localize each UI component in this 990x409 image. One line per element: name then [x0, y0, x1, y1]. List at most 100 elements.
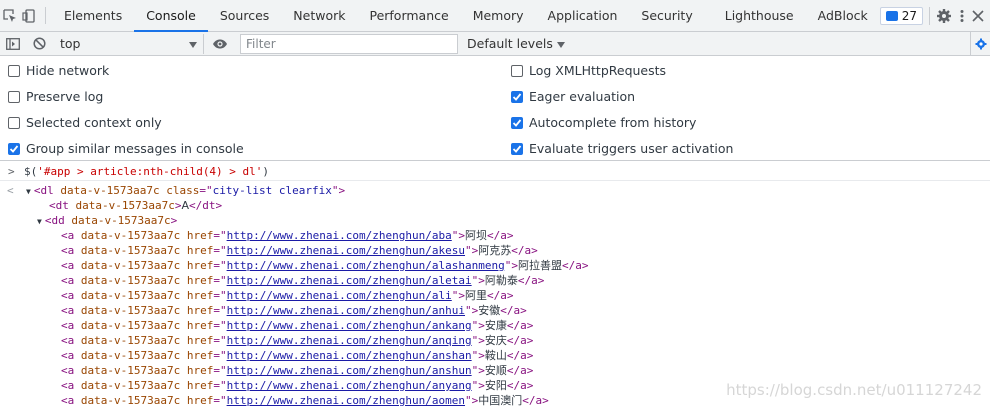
setting-log-xmlhttprequests[interactable]: Log XMLHttpRequests: [511, 63, 666, 78]
tab-application[interactable]: Application: [536, 0, 630, 31]
tab-label: Sources: [219, 8, 270, 23]
expand-triangle-icon[interactable]: ▼: [26, 184, 31, 199]
checkbox[interactable]: [511, 64, 523, 77]
link-attrs: data-v-1573aa7c: [80, 319, 181, 332]
cmd-prefix: $(: [24, 165, 38, 178]
setting-hide-network[interactable]: Hide network: [8, 63, 109, 78]
href-link[interactable]: http://www.zhenai.com/zhenghun/alashanme…: [227, 259, 505, 272]
checkbox[interactable]: [511, 142, 523, 155]
filter-input[interactable]: [240, 33, 458, 54]
console-settings-gear-icon[interactable]: [970, 31, 990, 56]
tab-performance[interactable]: Performance: [357, 0, 460, 31]
issues-icon: [885, 10, 898, 21]
href-link[interactable]: http://www.zhenai.com/zhenghun/ali: [227, 289, 452, 302]
link-text: 阿拉善盟: [518, 259, 562, 272]
href-link[interactable]: http://www.zhenai.com/zhenghun/aomen: [227, 394, 465, 407]
tab-label: Network: [293, 8, 346, 23]
clear-console-icon[interactable]: [26, 32, 52, 56]
tab-network[interactable]: Network: [281, 0, 357, 31]
tab-sources[interactable]: Sources: [208, 0, 281, 31]
setting-selected-context-only[interactable]: Selected context only: [8, 115, 162, 130]
close-icon[interactable]: [972, 9, 984, 22]
setting-autocomplete-history[interactable]: Autocomplete from history: [511, 115, 696, 130]
inspect-element-icon[interactable]: [0, 0, 20, 31]
more-options-icon[interactable]: [958, 9, 966, 23]
dd-attrs: data-v-1573aa7c: [71, 214, 171, 227]
tab-label: Application: [547, 8, 618, 23]
tab-label: AdBlock: [817, 8, 868, 23]
link-text: 安康: [484, 319, 507, 332]
link-row[interactable]: <a data-v-1573aa7c href="http://www.zhen…: [0, 243, 990, 258]
setting-eager-evaluation[interactable]: Eager evaluation: [511, 89, 635, 104]
href-link[interactable]: http://www.zhenai.com/zhenghun/akesu: [227, 244, 465, 257]
link-row[interactable]: <a data-v-1573aa7c href="http://www.zhen…: [0, 288, 990, 303]
checkbox[interactable]: [8, 142, 20, 155]
href-attr: href: [186, 289, 214, 302]
tab-memory[interactable]: Memory: [461, 0, 536, 31]
context-selector[interactable]: top: [56, 33, 204, 54]
log-levels-dropdown[interactable]: Default levels: [467, 36, 565, 51]
cmd-string: '#app > article:nth-child(4) > dl': [37, 165, 263, 178]
tab-lighthouse[interactable]: Lighthouse: [705, 0, 806, 31]
tab-adblock[interactable]: AdBlock: [806, 0, 880, 31]
link-row[interactable]: <a data-v-1573aa7c href="http://www.zhen…: [0, 303, 990, 318]
href-link[interactable]: http://www.zhenai.com/zhenghun/aba: [227, 229, 452, 242]
link-attrs: data-v-1573aa7c: [80, 379, 181, 392]
href-link[interactable]: http://www.zhenai.com/zhenghun/ankang: [227, 319, 472, 332]
href-link[interactable]: http://www.zhenai.com/zhenghun/anyang: [227, 379, 472, 392]
eye-icon[interactable]: [204, 32, 236, 56]
checkbox[interactable]: [511, 116, 523, 129]
link-row[interactable]: <a data-v-1573aa7c href="http://www.zhen…: [0, 228, 990, 243]
href-link[interactable]: http://www.zhenai.com/zhenghun/anhui: [227, 304, 465, 317]
href-link[interactable]: http://www.zhenai.com/zhenghun/anshan: [227, 349, 472, 362]
setting-preserve-log[interactable]: Preserve log: [8, 89, 103, 104]
setting-evaluate-triggers-activation[interactable]: Evaluate triggers user activation: [511, 141, 733, 156]
tab-console[interactable]: Console: [134, 0, 208, 32]
issues-button[interactable]: 27: [879, 6, 923, 25]
tabbar-actions: 27: [879, 0, 990, 31]
link-row[interactable]: <a data-v-1573aa7c href="http://www.zhen…: [0, 273, 990, 288]
dt-text: A: [181, 199, 189, 212]
toolbar-divider: [929, 6, 930, 25]
checkbox[interactable]: [8, 90, 20, 103]
link-row[interactable]: <a data-v-1573aa7c href="http://www.zhen…: [0, 333, 990, 348]
expand-triangle-icon[interactable]: ▼: [37, 214, 42, 229]
gear-icon[interactable]: [936, 8, 952, 24]
link-text: 阿坝: [465, 229, 488, 242]
setting-group-similar[interactable]: Group similar messages in console: [8, 141, 244, 156]
checkbox[interactable]: [8, 116, 20, 129]
link-attrs: data-v-1573aa7c: [80, 394, 181, 407]
href-attr: href: [186, 229, 214, 242]
dl-class-attr: class: [166, 184, 200, 197]
checkbox[interactable]: [8, 64, 20, 77]
tab-elements[interactable]: Elements: [52, 0, 134, 31]
link-row[interactable]: <a data-v-1573aa7c href="http://www.zhen…: [0, 258, 990, 273]
link-row[interactable]: <a data-v-1573aa7c href="http://www.zhen…: [0, 363, 990, 378]
href-link[interactable]: http://www.zhenai.com/zhenghun/anshun: [227, 364, 472, 377]
link-row[interactable]: <a data-v-1573aa7c href="http://www.zhen…: [0, 318, 990, 333]
href-attr: href: [186, 304, 214, 317]
console-command[interactable]: $('#app > article:nth-child(4) > dl'): [24, 164, 269, 179]
link-text: 安庆: [484, 334, 507, 347]
link-attrs: data-v-1573aa7c: [80, 304, 181, 317]
setting-label: Hide network: [26, 63, 110, 78]
result-dd-open[interactable]: ▼ <dd data-v-1573aa7c>: [0, 213, 990, 228]
device-toolbar-icon[interactable]: [20, 0, 40, 31]
checkbox[interactable]: [511, 90, 523, 103]
href-link[interactable]: http://www.zhenai.com/zhenghun/anqing: [227, 334, 472, 347]
cmd-suffix: ): [262, 165, 270, 178]
link-row[interactable]: <a data-v-1573aa7c href="http://www.zhen…: [0, 348, 990, 363]
dl-class-value: city-list clearfix: [212, 184, 332, 197]
href-attr: href: [186, 349, 214, 362]
result-dt[interactable]: <dt data-v-1573aa7c>A</dt>: [0, 198, 990, 213]
tab-security[interactable]: Security: [629, 0, 704, 31]
sidebar-toggle-icon[interactable]: [0, 32, 26, 56]
result-dl-open[interactable]: < ▼ <dl data-v-1573aa7c class="city-list …: [0, 183, 990, 198]
setting-label: Autocomplete from history: [529, 115, 697, 130]
setting-label: Eager evaluation: [529, 89, 636, 104]
link-attrs: data-v-1573aa7c: [80, 244, 181, 257]
link-text: 阿里: [465, 289, 488, 302]
context-label: top: [60, 36, 81, 51]
href-attr: href: [186, 274, 214, 287]
href-link[interactable]: http://www.zhenai.com/zhenghun/aletai: [227, 274, 472, 287]
